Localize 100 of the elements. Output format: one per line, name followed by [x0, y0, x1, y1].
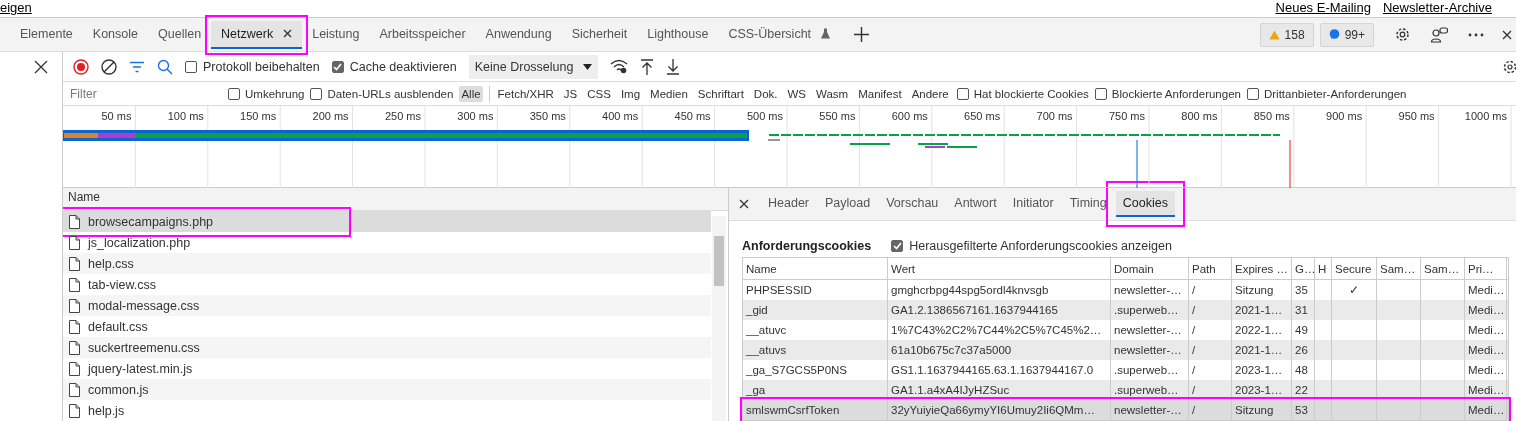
column-header[interactable]: Pri… — [1465, 258, 1507, 279]
column-header[interactable]: G… — [1292, 258, 1315, 279]
column-header[interactable]: Sam… — [1377, 258, 1421, 279]
caret-icon — [583, 63, 593, 70]
close-icon[interactable] — [1502, 29, 1512, 40]
request-row[interactable]: default.css — [63, 316, 711, 337]
plus-icon[interactable] — [854, 27, 870, 42]
column-header[interactable]: Domain — [1111, 258, 1189, 279]
devtools-tab[interactable]: Arbeitsspeicher — [369, 20, 476, 49]
throttling-dropdown[interactable]: Keine Drosselung — [468, 54, 599, 79]
time-tick-label: 200 ms — [312, 110, 350, 122]
column-header[interactable]: Wert — [888, 258, 1111, 279]
flask-icon — [821, 28, 831, 39]
feedback-icon[interactable] — [1431, 26, 1448, 43]
file-icon — [69, 214, 80, 229]
checkbox[interactable] — [956, 87, 969, 100]
checkbox-label: Hat blockierte Cookies — [973, 87, 1089, 100]
detail-tab[interactable]: Payload — [818, 190, 878, 219]
type-filter[interactable]: CSS — [585, 85, 613, 102]
column-header[interactable]: Name — [68, 190, 100, 204]
time-tick-label: 650 ms — [964, 110, 1002, 122]
request-row[interactable]: modal-message.css — [63, 295, 711, 316]
column-header[interactable]: H — [1315, 258, 1332, 279]
column-header[interactable]: Expires … — [1232, 258, 1292, 279]
type-filter[interactable]: Medien — [648, 85, 690, 102]
type-filter[interactable]: Fetch/XHR — [495, 85, 556, 102]
issue-badge[interactable]: 158 — [1259, 22, 1314, 47]
download-icon[interactable] — [666, 58, 681, 75]
request-row[interactable]: help.css — [63, 253, 711, 274]
request-row[interactable]: jquery-latest.min.js — [63, 358, 711, 379]
close-icon[interactable] — [739, 199, 749, 210]
type-filter[interactable]: JS — [561, 85, 580, 102]
page-link[interactable]: Neues E-Mailing — [1275, 0, 1371, 15]
close-icon[interactable] — [283, 29, 293, 38]
checkbox[interactable] — [228, 87, 240, 100]
table-cell: Sitzung — [1232, 400, 1292, 420]
scrollbar[interactable] — [712, 216, 726, 421]
file-icon — [69, 235, 80, 250]
upload-icon[interactable] — [640, 58, 655, 75]
type-filter[interactable]: Img — [618, 85, 643, 102]
checkbox-label: Herausgefilterte Anforderungscookies anzeigen — [909, 238, 1172, 253]
request-row[interactable]: suckertreemenu.css — [63, 337, 711, 358]
column-header[interactable]: Name — [743, 258, 888, 279]
request-row[interactable]: common.js — [63, 379, 711, 400]
type-filter[interactable]: WS — [785, 85, 808, 102]
filter-icon[interactable] — [129, 60, 145, 73]
checkbox[interactable] — [310, 87, 323, 100]
warning-icon — [1268, 29, 1280, 40]
detail-tab[interactable]: Antwort — [947, 190, 1004, 219]
table-cell: Medi… — [1465, 400, 1507, 420]
page-link[interactable]: Newsletter-Archive — [1382, 0, 1492, 15]
file-icon — [69, 403, 80, 418]
settings-icon[interactable] — [1394, 26, 1411, 43]
clear-icon[interactable] — [101, 58, 117, 75]
request-name: help.js — [88, 403, 125, 418]
detail-tab[interactable]: Header — [761, 190, 816, 219]
detail-tab[interactable]: Timing — [1062, 190, 1114, 219]
devtools-tab[interactable]: Anwendung — [475, 20, 562, 49]
devtools-tab[interactable]: Leistung — [302, 20, 370, 49]
column-header[interactable]: Secure — [1332, 258, 1377, 279]
type-filter[interactable]: Alle — [459, 85, 483, 102]
request-row[interactable]: help.js — [63, 400, 711, 421]
type-filter[interactable]: Wasm — [814, 85, 851, 102]
type-filter[interactable]: Dok. — [751, 85, 780, 102]
request-row[interactable]: tab-view.css — [63, 274, 711, 295]
devtools-tab[interactable]: Konsole — [82, 20, 148, 49]
record-icon[interactable] — [73, 58, 89, 75]
checkbox[interactable] — [891, 239, 904, 252]
detail-tab[interactable]: Initiator — [1005, 190, 1061, 219]
search-icon[interactable] — [157, 58, 173, 75]
time-tick-label: 100 ms — [167, 110, 205, 122]
detail-tab[interactable]: Vorschau — [879, 190, 946, 219]
request-name: modal-message.css — [88, 298, 200, 313]
page-link[interactable]: eigen — [0, 0, 32, 15]
request-row[interactable]: js_localization.php — [63, 232, 711, 253]
devtools-tab[interactable]: Sicherheit — [561, 20, 638, 49]
table-cell: Medi… — [1465, 300, 1507, 320]
devtools-tab[interactable]: Lighthouse — [637, 20, 719, 49]
more-icon[interactable] — [1468, 32, 1484, 37]
close-icon[interactable] — [34, 60, 48, 74]
issue-badge[interactable]: 99+ — [1319, 22, 1374, 47]
table-cell: __atuvs — [743, 340, 888, 360]
checkbox[interactable] — [1094, 87, 1107, 100]
table-cell: / — [1189, 400, 1232, 420]
devtools-tab[interactable]: Quellen — [148, 20, 212, 49]
section-title: Anforderungscookies — [742, 238, 872, 253]
type-filter[interactable]: Manifest — [856, 85, 904, 102]
checkbox-label: Protokoll beibehalten — [203, 59, 320, 74]
network-conditions-icon[interactable] — [610, 59, 629, 74]
devtools-tab[interactable]: Elemente — [10, 20, 83, 49]
checkbox[interactable] — [185, 60, 197, 73]
type-filter[interactable]: Andere — [909, 85, 951, 102]
column-header[interactable]: Path — [1189, 258, 1232, 279]
checkbox[interactable] — [1246, 87, 1259, 100]
column-header[interactable]: Sam… — [1421, 258, 1465, 279]
devtools-tab[interactable]: CSS-Übersicht — [718, 20, 841, 49]
time-tick-label: 600 ms — [891, 110, 929, 122]
type-filter[interactable]: Schriftart — [695, 85, 746, 102]
checkbox[interactable] — [331, 60, 344, 73]
timing-marker-line — [1136, 139, 1138, 188]
